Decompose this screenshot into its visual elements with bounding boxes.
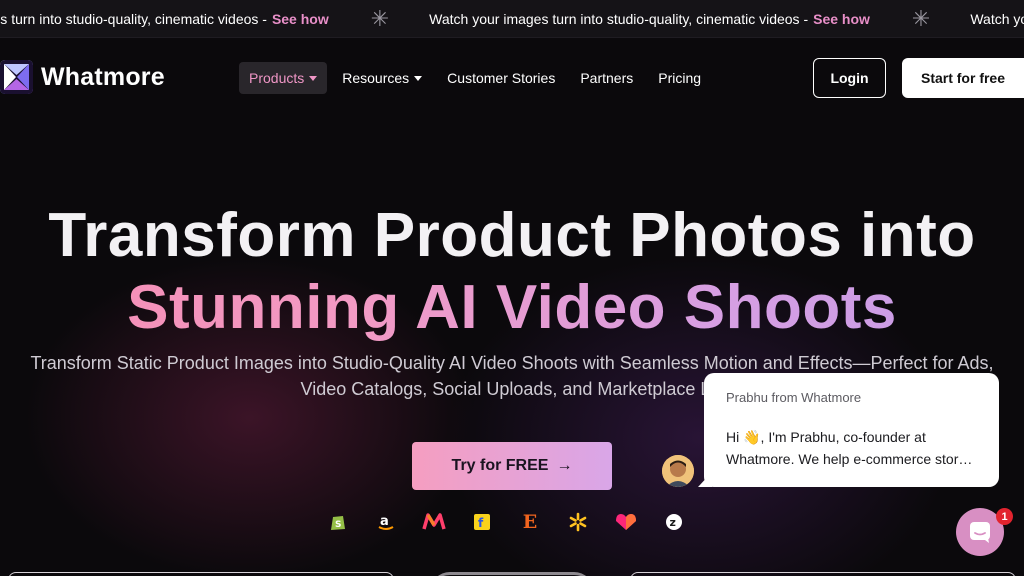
nav-item-label: Partners [580, 70, 634, 86]
announcement-item: Watch your images turn into studio-c [970, 11, 1024, 27]
amazon-icon: a [374, 510, 398, 534]
nav-item-partners[interactable]: Partners [570, 62, 643, 94]
nav-item-label: Pricing [658, 70, 702, 86]
nav-item-products[interactable]: Products [239, 62, 328, 94]
etsy-icon: E [522, 511, 538, 533]
svg-text:a: a [380, 514, 389, 529]
chat-icon [970, 522, 990, 543]
chat-message: Hi 👋, I'm Prabhu, co-founder at Whatmore… [726, 429, 973, 467]
unread-count-badge: 1 [996, 508, 1013, 525]
announcement-text: Watch your images turn into studio-c [970, 11, 1024, 27]
brand-name: Whatmore [41, 62, 165, 91]
arrow-right-icon: → [556, 457, 573, 474]
see-how-link[interactable]: See how [272, 11, 329, 27]
brand-logo[interactable]: Whatmore [0, 60, 165, 94]
flipkart-icon: f [470, 510, 494, 534]
platform-logos: S a f E z [326, 510, 710, 534]
chevron-down-icon [414, 75, 423, 81]
svg-text:z: z [670, 516, 676, 529]
asterisk-separator-icon: ✳ [911, 6, 931, 31]
hero-background-glow [0, 118, 1024, 576]
preview-card-right [630, 572, 1016, 576]
myntra-icon [422, 510, 446, 534]
announcement-item: Watch your images turn into studio-quali… [429, 11, 870, 27]
announcement-text: Watch your images turn into studio-quali… [429, 11, 809, 27]
avatar [662, 455, 694, 487]
asterisk-separator-icon: ✳ [370, 6, 390, 31]
shopify-icon: S [326, 510, 350, 534]
nav-item-customer-stories[interactable]: Customer Stories [437, 62, 565, 94]
announcement-item: Watch your images turn into studio-quali… [0, 11, 329, 27]
zepto-icon: z [662, 510, 686, 534]
walmart-icon [566, 510, 590, 534]
chat-bubble-tail [698, 472, 712, 487]
announcement-track: Watch your images turn into studio-quali… [0, 0, 1024, 37]
nav-item-label: Products [249, 70, 305, 86]
try-for-free-button[interactable]: Try for FREE → [412, 442, 612, 490]
see-how-link[interactable]: See how [813, 11, 870, 27]
main-menu: Products Resources Customer Stories Part… [239, 62, 716, 94]
chat-sender: Prabhu from Whatmore [726, 390, 862, 405]
preview-card-left [8, 572, 394, 576]
hero-title-line-1: Transform Product Photos into [48, 201, 976, 270]
nav-item-pricing[interactable]: Pricing [648, 62, 711, 94]
start-for-free-button[interactable]: Start for free [902, 58, 1024, 98]
announcement-bar: Watch your images turn into studio-quali… [0, 0, 1024, 38]
svg-text:f: f [478, 516, 484, 530]
preview-card-middle [430, 572, 594, 576]
nav-item-label: Resources [342, 70, 410, 86]
chat-popup[interactable]: Prabhu from Whatmore Hi 👋, I'm Prabhu, c… [704, 373, 999, 487]
top-navigation: Whatmore Products Resources Customer Sto… [0, 38, 1024, 118]
chevron-down-icon [309, 75, 318, 81]
nav-item-label: Customer Stories [447, 70, 556, 86]
login-button[interactable]: Login [813, 58, 886, 98]
nykaa-icon [614, 510, 638, 534]
announcement-text: Watch your images turn into studio-quali… [0, 11, 267, 27]
whatmore-logo-icon [0, 60, 33, 94]
svg-text:S: S [335, 520, 341, 530]
cta-label: Try for FREE [451, 457, 549, 474]
hero-title-line-2: Stunning AI Video Shoots [0, 272, 1024, 343]
nav-item-resources[interactable]: Resources [332, 62, 432, 94]
